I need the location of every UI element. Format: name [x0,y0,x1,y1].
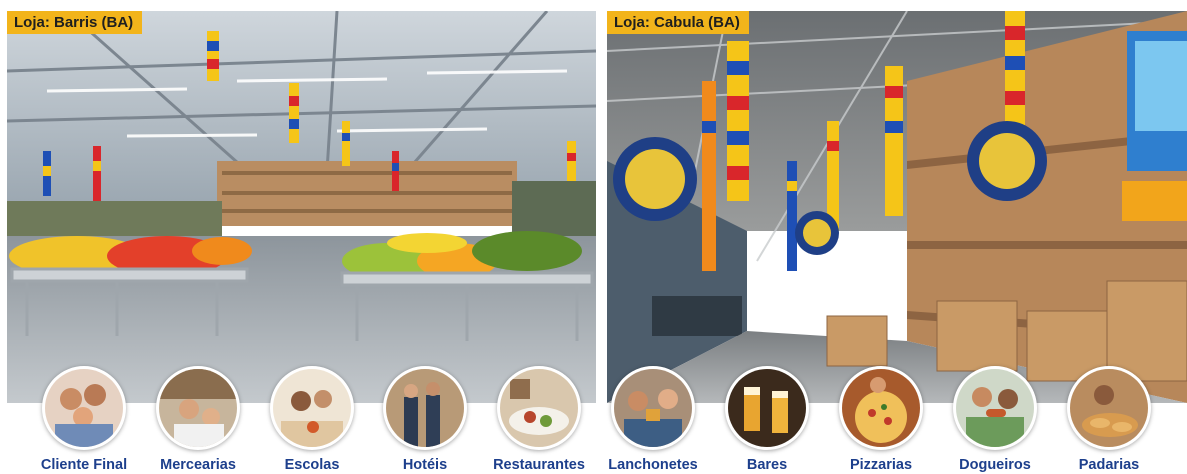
store-label-barris: Loja: Barris (BA) [7,11,143,34]
hotel-photo-icon [383,366,467,450]
segment-escolas: Escolas [256,366,368,473]
snack-bar-photo-icon [611,366,695,450]
hotdog-photo-icon [953,366,1037,450]
segment-label: Padarias [1078,457,1140,473]
segment-label: Escolas [284,457,340,473]
restaurant-photo-icon [497,366,581,450]
store-photo-cabula: Loja: Cabula (BA) [607,11,1187,403]
segment-pizzarias: Pizzarias [825,366,937,473]
produce-section-photo [7,11,596,403]
segment-padarias: Padarias [1053,366,1165,473]
store-label-cabula: Loja: Cabula (BA) [607,11,749,34]
bar-photo-icon [725,366,809,450]
segment-restaurantes: Restaurantes [483,366,595,473]
segment-hoteis: Hotéis [369,366,481,473]
segment-dogueiros: Dogueiros [939,366,1051,473]
segment-label: Hotéis [402,457,448,473]
customer-segments: Cliente Final Mercearias Escolas Hotéis … [0,366,1187,474]
store-photo-barris: Loja: Barris (BA) [7,11,596,403]
segment-mercearias: Mercearias [142,366,254,473]
segment-label: Dogueiros [959,457,1031,473]
segment-bares: Bares [711,366,823,473]
grocery-photo-icon [156,366,240,450]
pizza-photo-icon [839,366,923,450]
bakery-photo-icon [1067,366,1151,450]
segment-cliente-final: Cliente Final [28,366,140,473]
warehouse-aisle-photo [607,11,1187,403]
segment-lanchonetes: Lanchonetes [597,366,709,473]
segment-label: Mercearias [160,457,236,473]
segment-label: Lanchonetes [608,457,698,473]
family-photo-icon [42,366,126,450]
segment-label: Bares [746,457,788,473]
segment-label: Restaurantes [493,457,585,473]
segment-label: Pizzarias [849,457,913,473]
school-photo-icon [270,366,354,450]
segment-label: Cliente Final [40,457,128,473]
